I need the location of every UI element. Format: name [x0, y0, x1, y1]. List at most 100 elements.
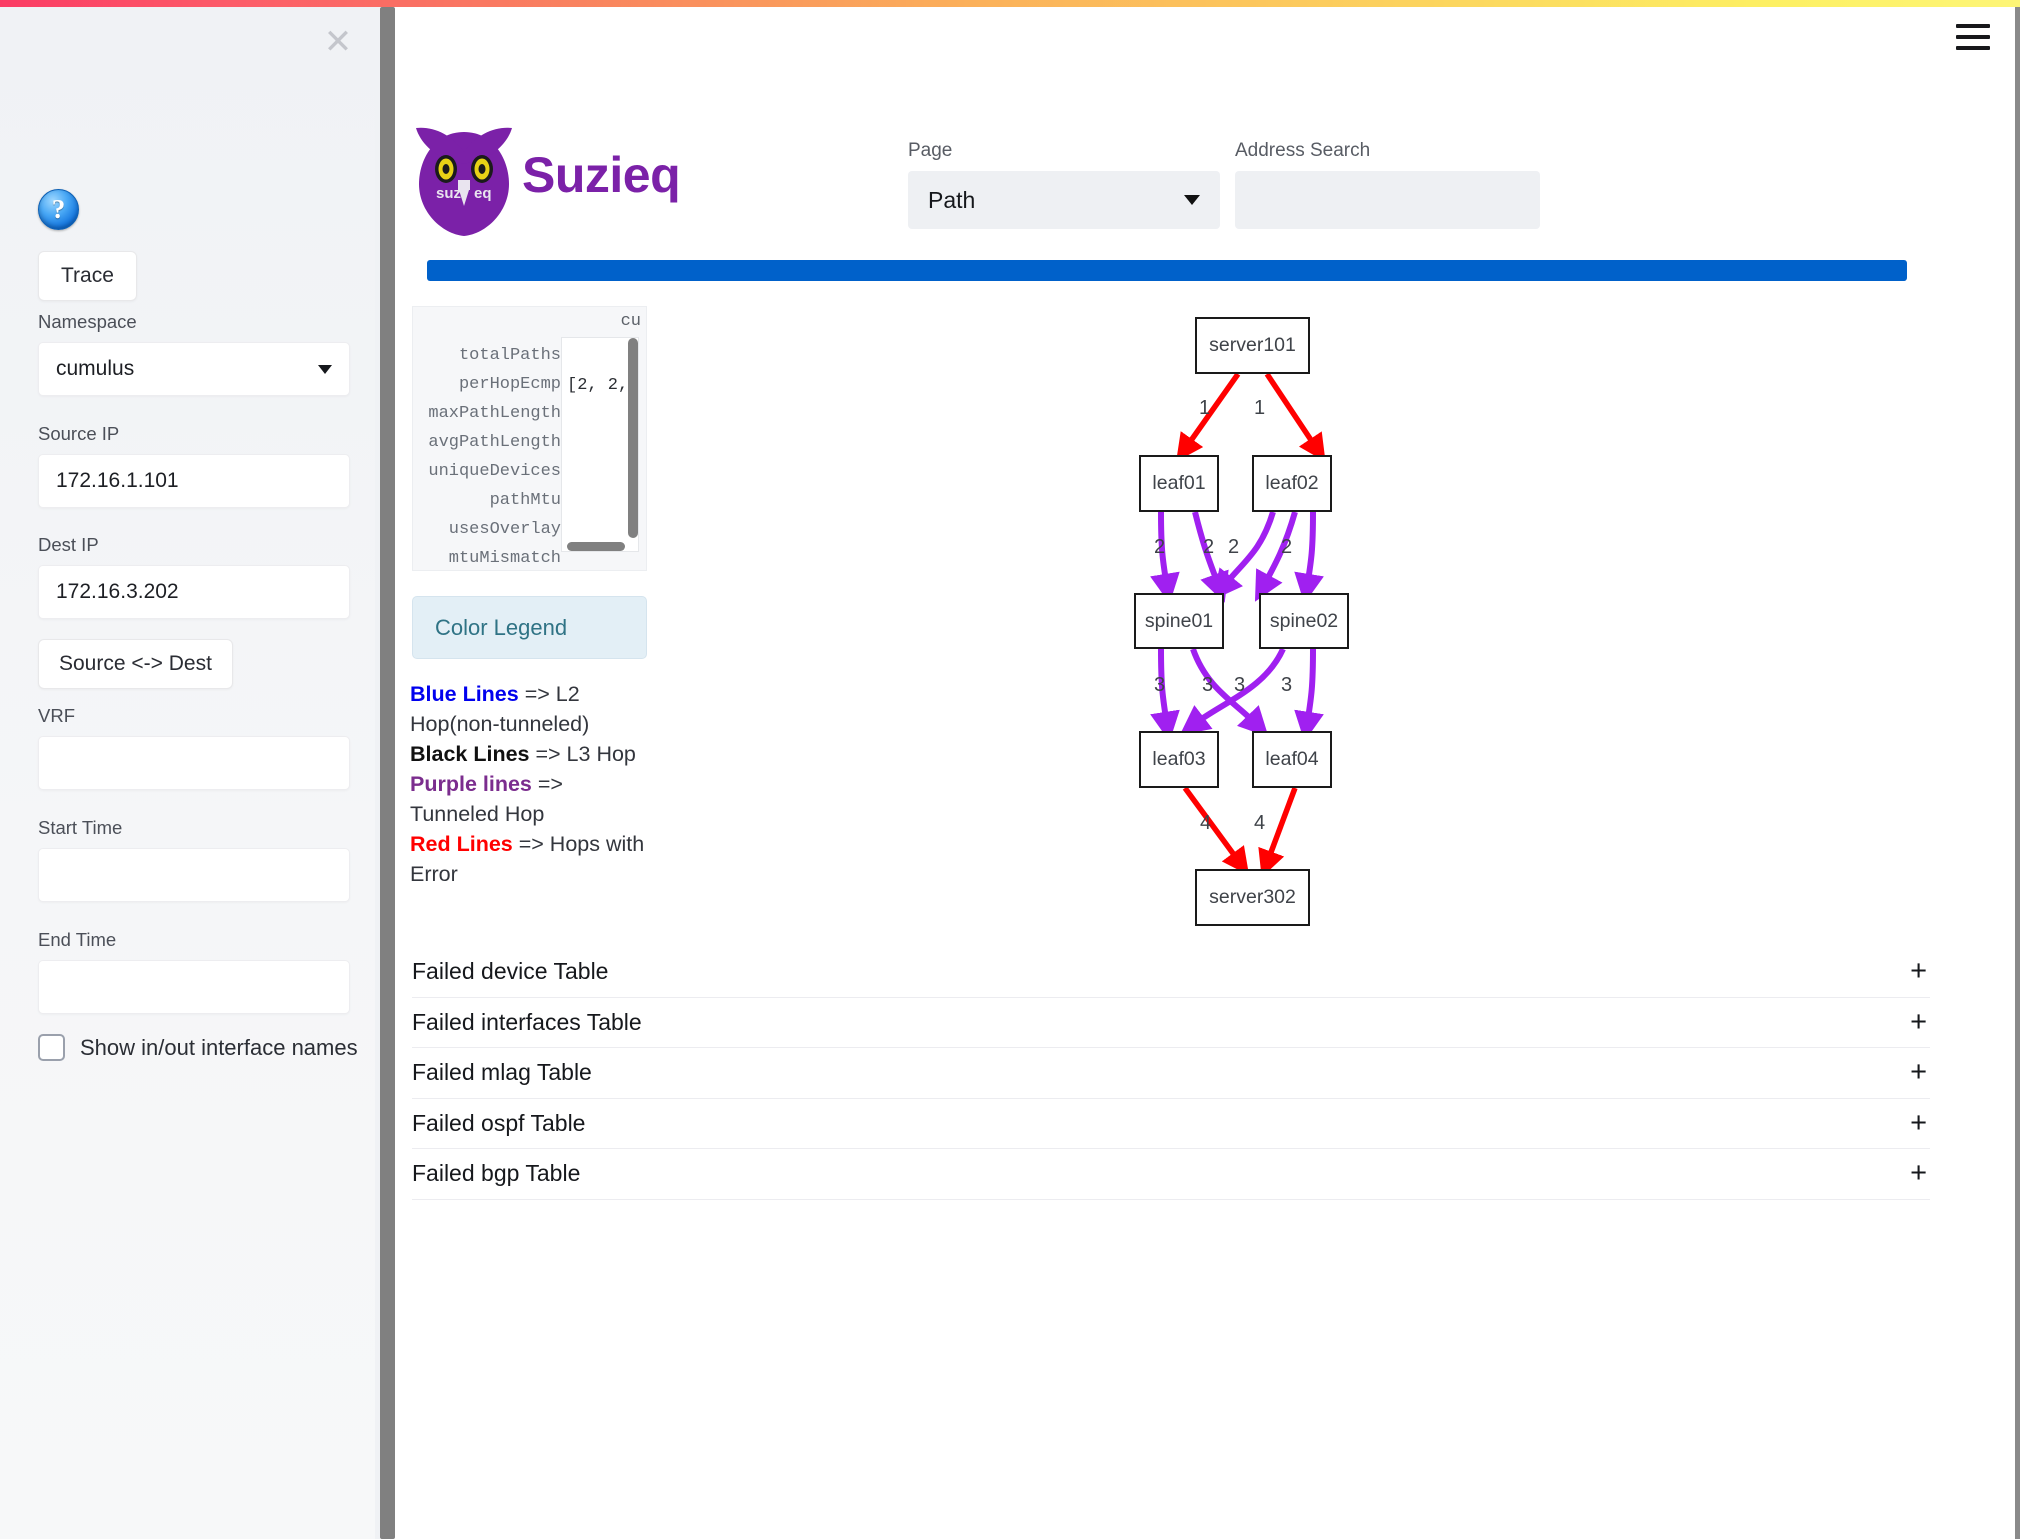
page-selector: Page Path — [908, 140, 1220, 229]
topology-node-spine01[interactable]: spine01 — [1134, 593, 1224, 649]
summary-key: uniqueDevices — [428, 462, 561, 481]
plus-icon: + — [1910, 955, 1927, 988]
path-topology-graph: server101 leaf01 leaf02 spine01 spine02 … — [995, 297, 1615, 947]
summary-key: totalPaths — [458, 346, 561, 365]
legend-red-name: Red Lines — [410, 832, 513, 856]
plus-icon: + — [1910, 1056, 1927, 1089]
source-ip-value: 172.16.1.101 — [56, 469, 179, 492]
page-selector-label: Page — [908, 140, 953, 161]
edge-hop-label: 3 — [1281, 674, 1293, 696]
edge-hop-label: 4 — [1200, 812, 1212, 834]
top-gradient-bar — [0, 0, 2020, 7]
vrf-input[interactable] — [38, 736, 350, 790]
summary-horizontal-scrollbar[interactable] — [567, 542, 625, 551]
legend-purple-name: Purple lines — [410, 772, 532, 796]
topology-node-leaf02[interactable]: leaf02 — [1252, 455, 1332, 512]
edge-hop-label: 2 — [1281, 536, 1293, 558]
chevron-down-icon — [318, 364, 332, 374]
source-dest-swap-button[interactable]: Source <-> Dest — [38, 639, 233, 689]
show-interface-names-checkbox[interactable]: Show in/out interface names — [38, 1034, 358, 1061]
chevron-down-icon — [1184, 195, 1200, 205]
edge-hop-label: 1 — [1254, 397, 1266, 419]
path-summary-table: cu totalPaths perHopEcmp maxPathLength a… — [412, 306, 647, 571]
logo-text: Suzieq — [522, 146, 681, 203]
address-search-label: Address Search — [1235, 140, 1371, 161]
main-scrollbar[interactable] — [2015, 7, 2020, 1539]
sidebar-scrollbar[interactable] — [380, 7, 395, 1539]
vrf-label: VRF — [38, 705, 75, 726]
svg-text:eq: eq — [474, 185, 492, 202]
accordion-title: Failed ospf Table — [412, 1109, 586, 1136]
accordion-item-failed-bgp[interactable]: Failed bgp Table + — [412, 1149, 1930, 1200]
app-root: ✕ ? Trace Namespace cumulus Source IP 17… — [0, 0, 2020, 1539]
summary-value-column: [2, 2, — [561, 337, 639, 552]
edge-hop-label: 3 — [1234, 674, 1246, 696]
topology-node-leaf03[interactable]: leaf03 — [1139, 731, 1219, 788]
accordion-title: Failed device Table — [412, 958, 609, 985]
close-icon[interactable]: ✕ — [321, 25, 355, 59]
topology-node-leaf01[interactable]: leaf01 — [1139, 455, 1219, 512]
edge-hop-label: 2 — [1154, 536, 1166, 558]
accordion-title: Failed bgp Table — [412, 1160, 581, 1187]
summary-key: usesOverlay — [448, 520, 561, 539]
namespace-select[interactable]: cumulus — [38, 342, 350, 396]
hamburger-line — [1956, 46, 1990, 50]
namespace-value: cumulus — [56, 357, 135, 380]
summary-vertical-scrollbar[interactable] — [628, 338, 638, 538]
hamburger-menu-icon[interactable] — [1956, 24, 1990, 50]
address-search: Address Search — [1235, 140, 1540, 229]
color-legend-body: Blue Lines => L2 Hop(non-tunneled) Black… — [410, 679, 650, 889]
topology-node-spine02[interactable]: spine02 — [1259, 593, 1349, 649]
address-search-input[interactable] — [1235, 171, 1540, 229]
main-content: suz eq Suzieq Page Path Address Search c… — [395, 7, 2015, 1539]
hamburger-line — [1956, 24, 1990, 28]
namespace-field: Namespace cumulus — [38, 311, 350, 396]
start-time-field: Start Time — [38, 817, 350, 902]
legend-blue-name: Blue Lines — [410, 682, 519, 706]
plus-icon: + — [1910, 1157, 1927, 1190]
plus-icon: + — [1910, 1005, 1927, 1038]
hamburger-line — [1956, 35, 1990, 39]
svg-text:suz: suz — [436, 185, 461, 202]
summary-body: totalPaths perHopEcmp maxPathLength avgP… — [413, 337, 646, 570]
progress-bar — [427, 260, 1907, 281]
edge-hop-label: 1 — [1199, 397, 1211, 419]
topology-node-server302[interactable]: server302 — [1195, 869, 1310, 926]
edge-hop-label: 2 — [1228, 536, 1240, 558]
summary-column-header: cu — [620, 312, 641, 331]
vrf-field: VRF — [38, 705, 350, 790]
end-time-input[interactable] — [38, 960, 350, 1014]
summary-key-column: totalPaths perHopEcmp maxPathLength avgP… — [413, 337, 561, 570]
accordion-item-failed-mlag[interactable]: Failed mlag Table + — [412, 1048, 1930, 1099]
page-select[interactable]: Path — [908, 171, 1220, 229]
color-legend-header[interactable]: Color Legend — [412, 596, 647, 659]
summary-key: mtuMismatch — [448, 549, 561, 568]
accordion-title: Failed mlag Table — [412, 1059, 592, 1086]
accordion-title: Failed interfaces Table — [412, 1008, 642, 1035]
filter-sidebar: ✕ ? Trace Namespace cumulus Source IP 17… — [0, 7, 375, 1539]
summary-value: [2, 2, — [567, 376, 629, 395]
trace-button[interactable]: Trace — [38, 251, 137, 301]
start-time-input[interactable] — [38, 848, 350, 902]
source-ip-input[interactable]: 172.16.1.101 — [38, 454, 350, 508]
dest-ip-input[interactable]: 172.16.3.202 — [38, 565, 350, 619]
edge-hop-label: 3 — [1154, 674, 1166, 696]
topology-node-server101[interactable]: server101 — [1195, 317, 1310, 374]
accordion-item-failed-device[interactable]: Failed device Table + — [412, 947, 1930, 998]
app-logo[interactable]: suz eq Suzieq — [412, 112, 681, 237]
edge-hop-label: 4 — [1254, 812, 1266, 834]
legend-black-name: Black Lines — [410, 742, 530, 766]
accordion-item-failed-interfaces[interactable]: Failed interfaces Table + — [412, 998, 1930, 1048]
end-time-label: End Time — [38, 929, 117, 950]
accordion-item-failed-ospf[interactable]: Failed ospf Table + — [412, 1099, 1930, 1149]
edge-hop-label: 3 — [1202, 674, 1214, 696]
source-ip-field: Source IP 172.16.1.101 — [38, 423, 350, 508]
help-icon[interactable]: ? — [38, 189, 79, 230]
source-ip-label: Source IP — [38, 423, 120, 444]
owl-logo-icon: suz eq — [416, 127, 512, 236]
summary-key: pathMtu — [489, 491, 561, 510]
failed-tables-accordion: Failed device Table + Failed interfaces … — [412, 947, 1930, 1200]
namespace-label: Namespace — [38, 311, 137, 332]
page-select-value: Path — [928, 186, 976, 213]
topology-node-leaf04[interactable]: leaf04 — [1252, 731, 1332, 788]
